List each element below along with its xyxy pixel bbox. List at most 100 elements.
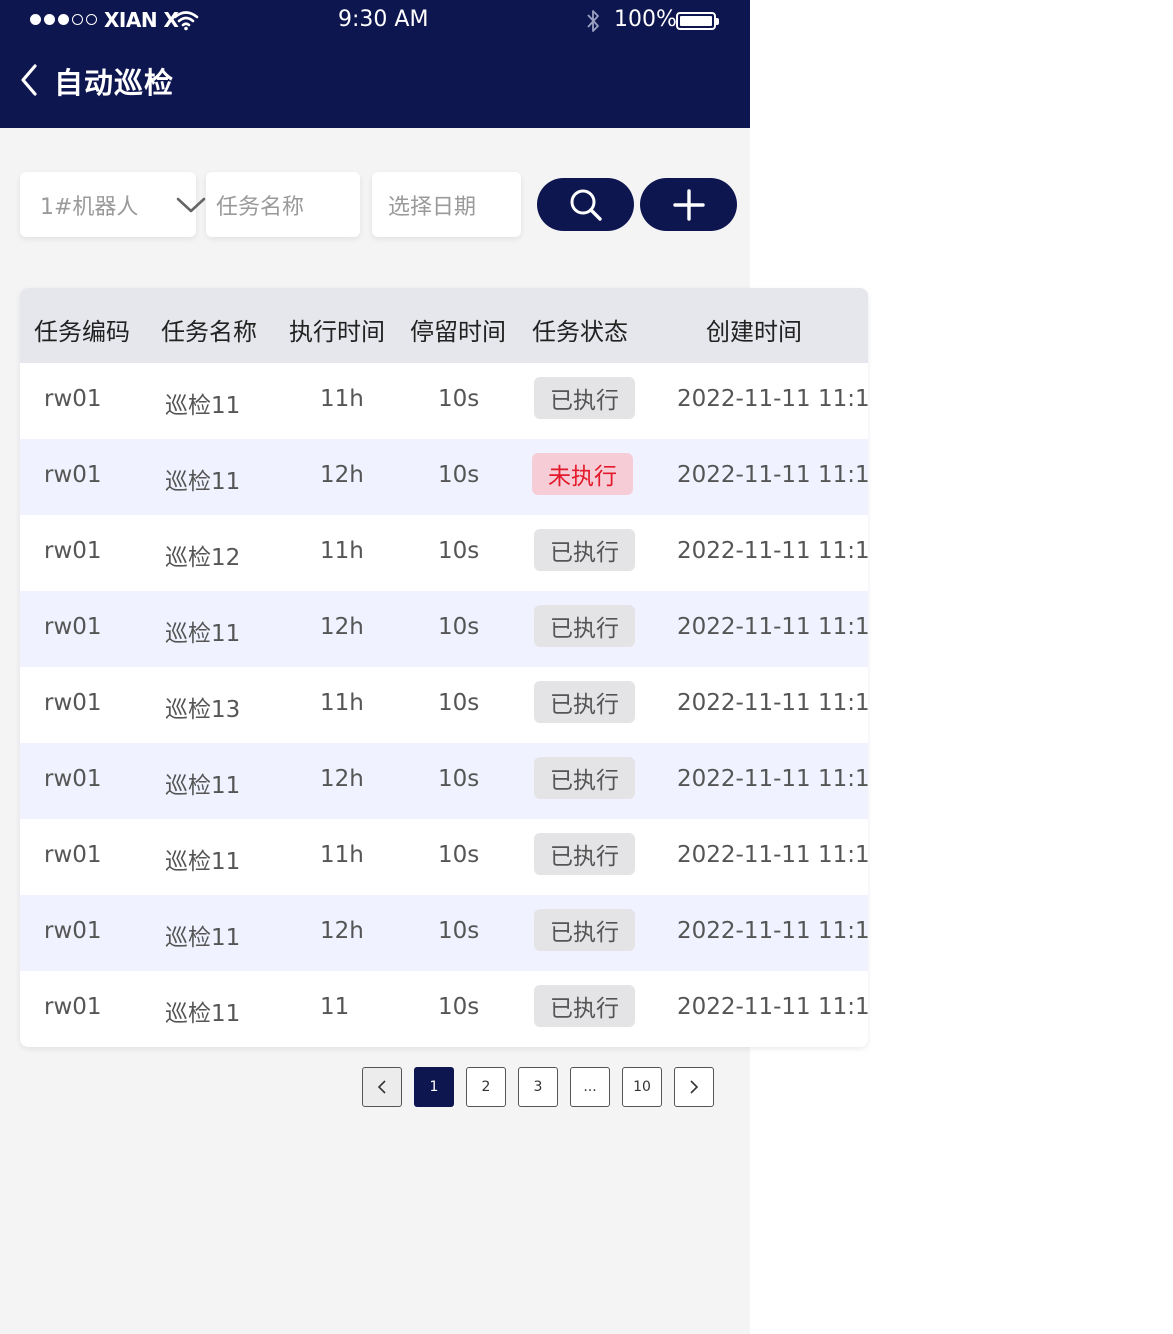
prev-page-button[interactable] bbox=[362, 1067, 402, 1107]
task-table: 任务编码 任务名称 执行时间 停留时间 任务状态 创建时间 rw01 巡检11 11… bbox=[20, 288, 868, 1047]
page-button-10[interactable]: 10 bbox=[622, 1067, 662, 1107]
exec-time-cell: 11h bbox=[320, 842, 364, 868]
task-name-input[interactable]: 任务名称 bbox=[206, 172, 360, 237]
status-badge: 已执行 bbox=[534, 833, 635, 875]
date-placeholder: 选择日期 bbox=[388, 194, 477, 220]
app-screen: XIAN X 9:30 AM 100% 自动巡检 1#机器人 任务名称 选择日期… bbox=[0, 0, 868, 1334]
exec-time-cell: 12h bbox=[320, 766, 364, 792]
task-code-cell: rw01 bbox=[44, 386, 102, 412]
search-icon bbox=[570, 189, 602, 221]
table-row[interactable]: rw01 巡检11 11 10s 2022-11-11 11:11 已执行 bbox=[20, 971, 868, 1047]
exec-time-cell: 12h bbox=[320, 462, 364, 488]
task-code-cell: rw01 bbox=[44, 462, 102, 488]
page-ellipsis[interactable]: ... bbox=[570, 1067, 610, 1107]
stay-time-cell: 10s bbox=[438, 766, 480, 792]
task-name-cell: 巡检11 bbox=[165, 469, 241, 495]
task-code-cell: rw01 bbox=[44, 918, 102, 944]
column-header-task-name: 任务名称 bbox=[161, 318, 257, 346]
column-header-task-status: 任务状态 bbox=[532, 318, 628, 346]
table-row[interactable]: rw01 巡检11 11h 10s 2022-11-11 11:11 已执行 bbox=[20, 363, 868, 439]
stay-time-cell: 10s bbox=[438, 386, 480, 412]
task-name-cell: 巡检13 bbox=[165, 697, 241, 723]
bluetooth-icon bbox=[587, 10, 599, 32]
created-time-cell: 2022-11-11 11:11 bbox=[677, 842, 868, 868]
robot-select-value: 1#机器人 bbox=[40, 194, 139, 220]
exec-time-cell: 11h bbox=[320, 386, 364, 412]
column-header-task-code: 任务编码 bbox=[34, 318, 130, 346]
status-badge: 已执行 bbox=[534, 377, 635, 419]
status-bar: XIAN X 9:30 AM 100% bbox=[0, 0, 750, 44]
status-badge: 已执行 bbox=[534, 909, 635, 951]
chevron-right-icon bbox=[690, 1080, 699, 1094]
stay-time-cell: 10s bbox=[438, 918, 480, 944]
created-time-cell: 2022-11-11 11:11 bbox=[677, 690, 868, 716]
table-row[interactable]: rw01 巡检11 12h 10s 2022-11-11 11:11 未执行 bbox=[20, 439, 868, 515]
created-time-cell: 2022-11-11 11:11 bbox=[677, 766, 868, 792]
page-button-1[interactable]: 1 bbox=[414, 1067, 454, 1107]
created-time-cell: 2022-11-11 11:11 bbox=[677, 614, 868, 640]
battery-icon bbox=[676, 12, 719, 30]
exec-time-cell: 11 bbox=[320, 994, 350, 1020]
created-time-cell: 2022-11-11 11:11 bbox=[677, 538, 868, 564]
table-header: 任务编码 任务名称 执行时间 停留时间 任务状态 创建时间 bbox=[20, 288, 868, 363]
task-code-cell: rw01 bbox=[44, 614, 102, 640]
created-time-cell: 2022-11-11 11:11 bbox=[677, 918, 868, 944]
task-code-cell: rw01 bbox=[44, 690, 102, 716]
table-row[interactable]: rw01 巡检12 11h 10s 2022-11-11 11:11 已执行 bbox=[20, 515, 868, 591]
table-row[interactable]: rw01 巡检13 11h 10s 2022-11-11 11:11 已执行 bbox=[20, 667, 868, 743]
task-name-cell: 巡检11 bbox=[165, 925, 241, 951]
status-badge: 已执行 bbox=[534, 681, 635, 723]
robot-select[interactable]: 1#机器人 bbox=[20, 172, 206, 237]
column-header-created-time: 创建时间 bbox=[706, 318, 802, 346]
task-name-cell: 巡检12 bbox=[165, 545, 241, 571]
stay-time-cell: 10s bbox=[438, 462, 480, 488]
created-time-cell: 2022-11-11 11:11 bbox=[677, 462, 868, 488]
plus-icon bbox=[672, 188, 705, 221]
created-time-cell: 2022-11-11 11:11 bbox=[677, 386, 868, 412]
task-name-cell: 巡检11 bbox=[165, 393, 241, 419]
signal-strength-icon bbox=[30, 14, 97, 25]
search-button[interactable] bbox=[537, 178, 634, 231]
navigation-bar: XIAN X 9:30 AM 100% 自动巡检 bbox=[0, 0, 750, 128]
created-time-cell: 2022-11-11 11:11 bbox=[677, 994, 868, 1020]
exec-time-cell: 12h bbox=[320, 918, 364, 944]
date-picker[interactable]: 选择日期 bbox=[372, 172, 521, 237]
table-row[interactable]: rw01 巡检11 12h 10s 2022-11-11 11:11 已执行 bbox=[20, 895, 868, 971]
table-row[interactable]: rw01 巡检11 11h 10s 2022-11-11 11:11 已执行 bbox=[20, 819, 868, 895]
exec-time-cell: 12h bbox=[320, 614, 364, 640]
chevron-left-icon bbox=[377, 1080, 386, 1094]
column-header-exec-time: 执行时间 bbox=[289, 318, 385, 346]
status-badge: 已执行 bbox=[534, 757, 635, 799]
task-name-cell: 巡检11 bbox=[165, 1001, 241, 1027]
status-badge: 已执行 bbox=[534, 529, 635, 571]
page-button-2[interactable]: 2 bbox=[466, 1067, 506, 1107]
status-badge: 已执行 bbox=[534, 605, 635, 647]
status-badge: 已执行 bbox=[534, 985, 635, 1027]
chevron-left-icon[interactable] bbox=[16, 62, 42, 98]
table-row[interactable]: rw01 巡检11 12h 10s 2022-11-11 11:11 已执行 bbox=[20, 743, 868, 819]
next-page-button[interactable] bbox=[674, 1067, 714, 1107]
task-name-cell: 巡检11 bbox=[165, 849, 241, 875]
status-badge: 未执行 bbox=[532, 453, 633, 495]
task-code-cell: rw01 bbox=[44, 994, 102, 1020]
exec-time-cell: 11h bbox=[320, 538, 364, 564]
battery-percentage: 100% bbox=[614, 7, 677, 32]
wifi-icon bbox=[173, 11, 199, 31]
chevron-down-icon bbox=[176, 197, 206, 213]
column-header-stay-time: 停留时间 bbox=[410, 318, 506, 346]
stay-time-cell: 10s bbox=[438, 614, 480, 640]
stay-time-cell: 10s bbox=[438, 842, 480, 868]
stay-time-cell: 10s bbox=[438, 538, 480, 564]
carrier-name: XIAN X bbox=[104, 8, 179, 32]
stay-time-cell: 10s bbox=[438, 690, 480, 716]
task-code-cell: rw01 bbox=[44, 842, 102, 868]
page-title: 自动巡检 bbox=[54, 66, 175, 100]
task-name-placeholder: 任务名称 bbox=[216, 194, 305, 220]
page-button-3[interactable]: 3 bbox=[518, 1067, 558, 1107]
task-name-cell: 巡检11 bbox=[165, 773, 241, 799]
add-task-button[interactable] bbox=[640, 178, 737, 231]
stay-time-cell: 10s bbox=[438, 994, 480, 1020]
task-code-cell: rw01 bbox=[44, 538, 102, 564]
exec-time-cell: 11h bbox=[320, 690, 364, 716]
table-row[interactable]: rw01 巡检11 12h 10s 2022-11-11 11:11 已执行 bbox=[20, 591, 868, 667]
